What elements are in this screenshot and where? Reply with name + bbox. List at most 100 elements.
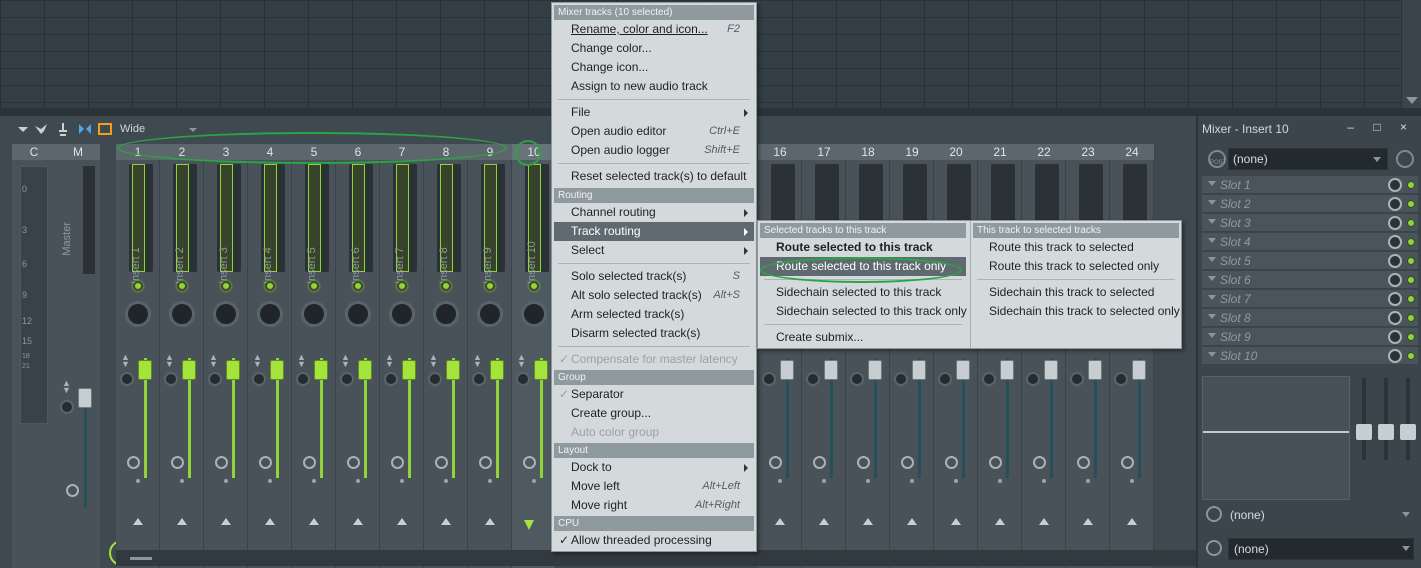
stereo-separation-knob[interactable] bbox=[389, 301, 415, 327]
route-arrow-icon[interactable] bbox=[353, 518, 363, 525]
slot-enabled-led[interactable] bbox=[1407, 295, 1415, 303]
insert-strip[interactable]: 24 bbox=[1110, 144, 1154, 568]
stereo-separation-knob[interactable] bbox=[257, 301, 283, 327]
swap-arrows-icon[interactable]: ▲ ▼ bbox=[517, 353, 526, 369]
latency-clock-icon[interactable] bbox=[857, 456, 870, 469]
effect-slot[interactable]: Slot 4 bbox=[1202, 233, 1418, 251]
latency-clock-icon[interactable] bbox=[769, 456, 782, 469]
pan-knob[interactable] bbox=[208, 372, 222, 386]
mix-level-knob[interactable] bbox=[1388, 216, 1402, 230]
effect-slot[interactable]: Slot 8 bbox=[1202, 309, 1418, 327]
mix-level-knob[interactable] bbox=[1388, 330, 1402, 344]
mute-led[interactable] bbox=[441, 281, 451, 291]
eq-fader-handle[interactable] bbox=[1400, 424, 1416, 440]
route-arrow-icon[interactable] bbox=[177, 518, 187, 525]
eq-fader[interactable] bbox=[1378, 378, 1394, 460]
menu-item-reset-tracks[interactable]: Reset selected track(s) to default bbox=[554, 167, 754, 186]
menu-item-move-right[interactable]: Move right Alt+Right bbox=[554, 496, 754, 515]
menu-item-create-submix[interactable]: Create submix... bbox=[760, 328, 966, 347]
swap-arrows-icon[interactable]: ▲ ▼ bbox=[473, 353, 482, 369]
swap-arrows-icon[interactable]: ▲ ▼ bbox=[165, 353, 174, 369]
slot-enabled-led[interactable] bbox=[1407, 314, 1415, 322]
pin-icon[interactable] bbox=[56, 122, 70, 136]
latency-clock-icon[interactable] bbox=[901, 456, 914, 469]
stereo-separation-knob[interactable] bbox=[169, 301, 195, 327]
latency-clock-icon[interactable] bbox=[1077, 456, 1090, 469]
mute-led[interactable] bbox=[133, 281, 143, 291]
latency-row[interactable]: (none) bbox=[1202, 502, 1418, 528]
window-controls[interactable]: – □ × bbox=[1347, 120, 1415, 134]
stereo-separation-knob[interactable] bbox=[125, 301, 151, 327]
insert-strip[interactable]: 8 Insert 8 ▲ ▼ bbox=[424, 144, 468, 568]
volume-fader[interactable] bbox=[912, 360, 926, 380]
chevron-down-icon[interactable] bbox=[1208, 333, 1216, 338]
route-arrow-icon[interactable] bbox=[1039, 518, 1049, 525]
stereo-separation-knob[interactable] bbox=[521, 301, 547, 327]
volume-fader[interactable] bbox=[824, 360, 838, 380]
clock-icon[interactable] bbox=[1396, 150, 1414, 168]
insert-name[interactable]: Insert 4 bbox=[262, 194, 276, 284]
insert-strip[interactable]: 3 Insert 3 ▲ ▼ bbox=[204, 144, 248, 568]
menu-item-disarm[interactable]: Disarm selected track(s) bbox=[554, 324, 754, 343]
pan-knob[interactable] bbox=[516, 372, 530, 386]
pan-knob[interactable] bbox=[120, 372, 134, 386]
volume-fader[interactable] bbox=[314, 360, 328, 380]
pan-knob[interactable] bbox=[850, 372, 864, 386]
volume-fader[interactable] bbox=[490, 360, 504, 380]
menu-item-sidechain-this-to-selected[interactable]: Sidechain this track to selected bbox=[973, 283, 1179, 302]
chevron-down-icon[interactable] bbox=[1208, 352, 1216, 357]
latency-clock-icon[interactable] bbox=[347, 456, 360, 469]
bird-icon[interactable] bbox=[34, 122, 48, 136]
insert-strip[interactable]: 1 Insert 1 ▲ ▼ bbox=[116, 144, 160, 568]
insert-name[interactable]: Insert 9 bbox=[482, 194, 496, 284]
insert-strip[interactable]: 21 bbox=[978, 144, 1022, 568]
insert-strip[interactable]: 7 Insert 7 ▲ ▼ bbox=[380, 144, 424, 568]
swap-arrows-icon[interactable]: ▲ ▼ bbox=[385, 353, 394, 369]
insert-strip[interactable]: 4 Insert 4 ▲ ▼ bbox=[248, 144, 292, 568]
route-arrow-icon[interactable] bbox=[133, 518, 143, 525]
mix-level-knob[interactable] bbox=[1388, 292, 1402, 306]
pan-knob[interactable] bbox=[938, 372, 952, 386]
route-arrow-icon[interactable] bbox=[485, 518, 495, 525]
mute-led[interactable] bbox=[265, 281, 275, 291]
volume-fader[interactable] bbox=[270, 360, 284, 380]
pan-knob[interactable] bbox=[1026, 372, 1040, 386]
latency-clock-icon[interactable] bbox=[1121, 456, 1134, 469]
latency-clock-icon[interactable] bbox=[215, 456, 228, 469]
eq-fader-handle[interactable] bbox=[1356, 424, 1372, 440]
pan-knob[interactable] bbox=[384, 372, 398, 386]
insert-name[interactable]: Insert 7 bbox=[394, 194, 408, 284]
route-arrow-icon[interactable] bbox=[775, 518, 785, 525]
pan-knob[interactable] bbox=[762, 372, 776, 386]
slot-enabled-led[interactable] bbox=[1407, 181, 1415, 189]
chevron-down-icon[interactable] bbox=[1208, 314, 1216, 319]
insert-strip[interactable]: 10 Insert 10 ▲ ▼ bbox=[512, 144, 556, 568]
latency-clock-icon[interactable] bbox=[945, 456, 958, 469]
volume-fader[interactable] bbox=[780, 360, 794, 380]
volume-fader[interactable] bbox=[534, 360, 548, 380]
route-arrow-icon[interactable] bbox=[863, 518, 873, 525]
menu-item-sidechain-selected-only[interactable]: Sidechain selected to this track only bbox=[760, 302, 967, 321]
insert-name[interactable]: Insert 1 bbox=[130, 194, 144, 284]
chevron-down-icon[interactable] bbox=[1208, 181, 1216, 186]
chevron-down-icon[interactable] bbox=[1208, 295, 1216, 300]
effect-slot[interactable]: Slot 9 bbox=[1202, 328, 1418, 346]
menu-item-alt-solo[interactable]: Alt solo selected track(s) Alt+S bbox=[554, 286, 754, 305]
insert-name[interactable]: Insert 3 bbox=[218, 194, 232, 284]
slot-enabled-led[interactable] bbox=[1407, 276, 1415, 284]
menu-item-dock-to[interactable]: Dock to bbox=[554, 458, 754, 477]
view-mode-label[interactable]: Wide bbox=[120, 123, 145, 135]
volume-fader[interactable] bbox=[446, 360, 460, 380]
menu-item-separator[interactable]: ✓ Separator bbox=[554, 385, 754, 404]
pan-knob[interactable] bbox=[472, 372, 486, 386]
menu-item-move-left[interactable]: Move left Alt+Left bbox=[554, 477, 754, 496]
mix-level-knob[interactable] bbox=[1388, 311, 1402, 325]
effect-slot[interactable]: Slot 2 bbox=[1202, 195, 1418, 213]
insert-strip[interactable]: 23 bbox=[1066, 144, 1110, 568]
menu-item-solo[interactable]: Solo selected track(s) S bbox=[554, 267, 754, 286]
mix-level-knob[interactable] bbox=[1388, 273, 1402, 287]
menu-item-file[interactable]: File bbox=[554, 103, 754, 122]
effect-slot[interactable]: Slot 1 bbox=[1202, 176, 1418, 194]
insert-strip[interactable]: 22 bbox=[1022, 144, 1066, 568]
route-arrow-icon[interactable] bbox=[1127, 518, 1137, 525]
